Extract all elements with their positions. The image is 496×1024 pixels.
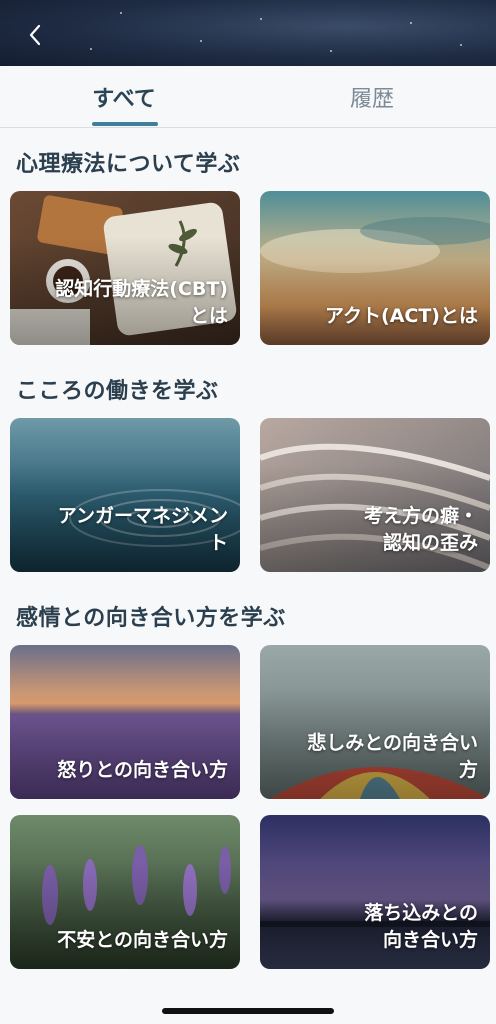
header-banner (0, 0, 496, 66)
card-act[interactable]: アクト(ACT)とは (260, 191, 490, 345)
back-button[interactable] (18, 18, 52, 52)
card-depression[interactable]: 落ち込みとの 向き合い方 (260, 815, 490, 969)
card-act-label: アクト(ACT)とは (324, 305, 478, 328)
card-anger[interactable]: 怒りとの向き合い方 (10, 645, 240, 799)
tab-history[interactable]: 履歴 (248, 66, 496, 128)
card-anxiety[interactable]: 不安との向き合い方 (10, 815, 240, 969)
section-title-emotions: 感情との向き合い方を学ぶ (16, 606, 286, 631)
section-title-therapy: 心理療法について学ぶ (16, 152, 241, 177)
card-cognitive-distortion[interactable]: 考え方の癖・ 認知の歪み (260, 418, 490, 572)
tab-all[interactable]: すべて (0, 66, 248, 128)
card-cbt[interactable]: 認知行動療法(CBT) とは (10, 191, 240, 345)
card-anger-emotion-label: 怒りとの向き合い方 (57, 759, 228, 782)
tab-bar: すべて 履歴 (0, 66, 496, 128)
chevron-left-icon (29, 24, 41, 46)
active-tab-indicator (92, 122, 158, 126)
card-anxiety-label: 不安との向き合い方 (57, 929, 228, 952)
home-indicator (162, 1008, 334, 1014)
card-anger-label: アンガーマネジメン ト (57, 504, 228, 555)
card-cbt-label: 認知行動療法(CBT) とは (55, 277, 228, 328)
section-title-mind: こころの働きを学ぶ (16, 379, 219, 404)
card-anger-management[interactable]: アンガーマネジメン ト (10, 418, 240, 572)
card-sadness-label: 悲しみとの向き合い 方 (307, 731, 478, 782)
card-distortion-label: 考え方の癖・ 認知の歪み (363, 504, 478, 555)
card-depression-label: 落ち込みとの 向き合い方 (364, 901, 478, 952)
card-sadness[interactable]: 悲しみとの向き合い 方 (260, 645, 490, 799)
